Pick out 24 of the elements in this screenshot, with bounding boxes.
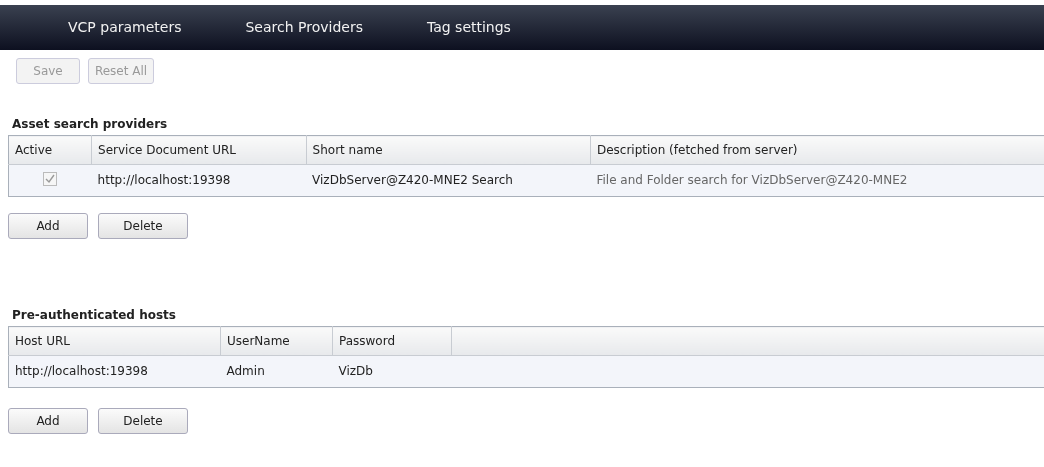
table-cell: http://localhost:19398: [8, 355, 221, 388]
section-heading: Pre-authenticated hosts: [12, 307, 177, 324]
nav-tab[interactable]: Search Providers: [245, 17, 363, 38]
nav-tab[interactable]: Tag settings: [426, 17, 511, 38]
column-header[interactable]: UserName: [220, 326, 333, 356]
table-cell: VizDb: [332, 355, 452, 388]
column-header[interactable]: Password: [332, 326, 452, 356]
push-button[interactable]: Delete: [98, 408, 188, 434]
table-cell: Admin: [220, 355, 333, 388]
nav-tab[interactable]: VCP parameters: [68, 17, 182, 38]
push-button[interactable]: Add: [8, 213, 88, 239]
column-header[interactable]: Description (fetched from server): [590, 135, 1044, 165]
column-header[interactable]: Active: [8, 135, 92, 165]
grid-row[interactable]: http://localhost:19398 VizDbServer@Z420-MNE2 Search File and Folder search for VizDbServer@Z420-MNE2: [8, 164, 1044, 197]
section-heading: Asset search providers: [12, 116, 169, 133]
table-cell: http://localhost:19398: [91, 164, 307, 197]
push-button[interactable]: Add: [8, 408, 88, 434]
column-header[interactable]: Short name: [306, 135, 591, 165]
table-cell: File and Folder search for VizDbServer@Z420-MNE2: [590, 164, 1044, 197]
column-header[interactable]: Host URL: [8, 326, 221, 356]
table-cell: VizDbServer@Z420-MNE2 Search: [306, 164, 591, 197]
check-icon: [45, 174, 56, 184]
push-button[interactable]: Delete: [98, 213, 188, 239]
column-header[interactable]: Service Document URL: [91, 135, 307, 165]
